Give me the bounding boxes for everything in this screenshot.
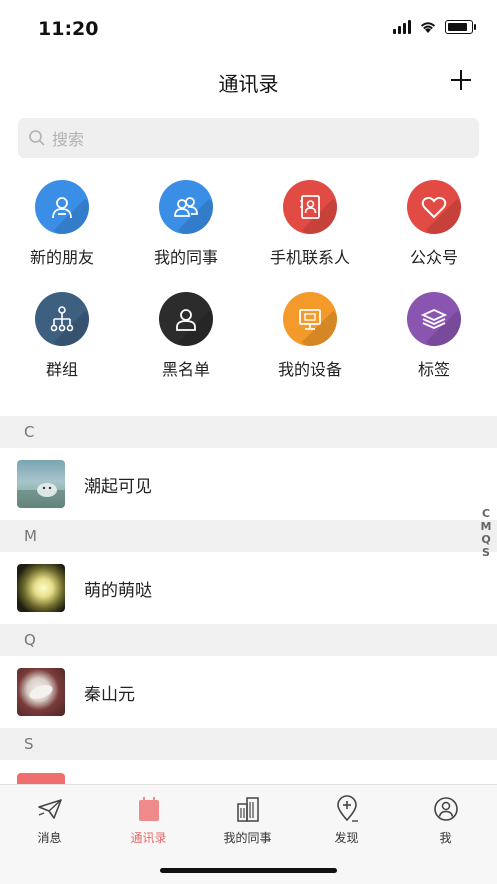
tab-label: 通讯录 <box>130 831 167 845</box>
grid-item-colleagues[interactable]: 我的同事 <box>124 180 248 268</box>
grid-label: 新的朋友 <box>29 248 94 267</box>
avatar <box>17 668 65 716</box>
grid-item-official-accounts[interactable]: 公众号 <box>372 180 496 268</box>
tab-messages[interactable]: 消息 <box>0 795 99 846</box>
index-letter-s[interactable]: S <box>479 546 493 559</box>
index-letter-q[interactable]: Q <box>479 533 493 546</box>
section-letter: Q <box>24 631 36 649</box>
index-letter-m[interactable]: M <box>479 520 493 533</box>
section-header-m: M <box>0 520 497 552</box>
grid-label: 公众号 <box>409 248 458 267</box>
avatar <box>17 564 65 612</box>
section-letter: S <box>24 735 34 753</box>
tab-contacts[interactable]: 通讯录 <box>99 795 198 846</box>
blacklist-icon <box>159 292 213 346</box>
grid-item-phone-contacts[interactable]: 手机联系人 <box>248 180 372 268</box>
home-indicator <box>160 868 337 873</box>
device-icon <box>283 292 337 346</box>
tab-label: 我的同事 <box>223 831 272 845</box>
search-icon <box>29 130 45 146</box>
grid-label: 群组 <box>45 360 78 379</box>
search-placeholder: 搜索 <box>52 130 85 149</box>
grid-label: 我的设备 <box>277 360 342 379</box>
contact-name: 萌的萌哒 <box>84 581 152 601</box>
tab-colleagues[interactable]: 我的同事 <box>198 795 297 846</box>
section-header-q: Q <box>0 624 497 656</box>
message-icon <box>0 795 99 823</box>
tab-label: 消息 <box>37 831 62 845</box>
section-header-s: S <box>0 728 497 760</box>
search-input[interactable]: 搜索 <box>18 118 479 158</box>
grid-item-blacklist[interactable]: 黑名单 <box>124 292 248 380</box>
grid-label: 黑名单 <box>161 360 210 379</box>
section-header-c: C <box>0 416 497 448</box>
avatar <box>17 460 65 508</box>
list-item[interactable]: 秦山元 <box>0 656 497 728</box>
index-letter-c[interactable]: C <box>479 507 493 520</box>
contacts-icon <box>99 795 198 823</box>
list-item[interactable]: 潮起可见 <box>0 448 497 520</box>
contact-name: 潮起可见 <box>84 477 152 497</box>
grid-label: 手机联系人 <box>269 248 350 267</box>
status-time: 11:20 <box>38 18 99 40</box>
list-item[interactable]: 萌的萌哒 <box>0 552 497 624</box>
colleagues-icon <box>159 180 213 234</box>
contact-name: 秦山元 <box>84 685 135 705</box>
grid-label: 我的同事 <box>153 248 218 267</box>
status-bar: 11:20 <box>0 0 497 58</box>
group-icon <box>35 292 89 346</box>
grid-label: 标签 <box>417 360 450 379</box>
battery-icon <box>445 20 476 34</box>
plus-icon[interactable] <box>445 64 477 96</box>
new-friend-icon <box>35 180 89 234</box>
section-letter: M <box>24 527 37 545</box>
discover-icon <box>297 795 396 823</box>
grid-item-new-friends[interactable]: 新的朋友 <box>0 180 124 268</box>
grid-item-devices[interactable]: 我的设备 <box>248 292 372 380</box>
tab-me[interactable]: 我 <box>396 795 495 846</box>
grid-item-groups[interactable]: 群组 <box>0 292 124 380</box>
building-icon <box>198 795 297 823</box>
section-letter: C <box>24 423 35 441</box>
profile-icon <box>396 795 495 823</box>
status-icons <box>393 20 476 34</box>
official-account-icon <box>407 180 461 234</box>
nav-bar: 通讯录 <box>0 58 497 104</box>
page-title: 通讯录 <box>218 72 279 96</box>
tab-label: 我 <box>439 831 452 845</box>
phone-contacts-icon <box>283 180 337 234</box>
alphabet-index[interactable]: C M Q S <box>479 507 493 559</box>
wifi-icon <box>420 22 436 33</box>
tag-icon <box>407 292 461 346</box>
signal-icon <box>393 20 411 34</box>
tab-discover[interactable]: 发现 <box>297 795 396 846</box>
grid-item-tags[interactable]: 标签 <box>372 292 496 380</box>
tab-label: 发现 <box>334 831 359 845</box>
